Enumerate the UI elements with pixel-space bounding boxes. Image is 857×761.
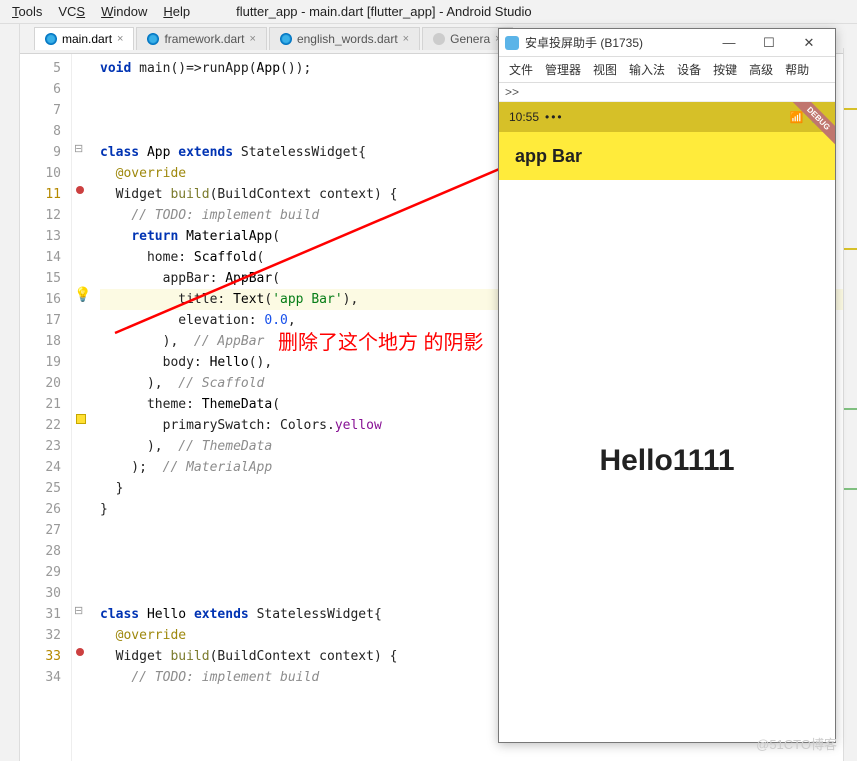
- tab-close-icon[interactable]: ×: [250, 33, 256, 45]
- tab-0[interactable]: main.dart×: [34, 27, 134, 50]
- phone-menu-2[interactable]: 视图: [589, 59, 621, 80]
- tab-close-icon[interactable]: ×: [403, 33, 409, 45]
- phone-menu-7[interactable]: 帮助: [781, 59, 813, 80]
- tab-2[interactable]: english_words.dart×: [269, 27, 420, 50]
- file-icon: [45, 33, 57, 45]
- line-numbers: 5678910111213141516171819202122232425262…: [20, 54, 72, 761]
- tab-1[interactable]: framework.dart×: [136, 27, 266, 50]
- maximize-button[interactable]: ☐: [749, 35, 789, 51]
- window-title: 安卓投屏助手 (B1735): [525, 34, 709, 51]
- tab-close-icon[interactable]: ×: [117, 33, 123, 45]
- file-icon: [147, 33, 159, 45]
- menu-help[interactable]: Help: [155, 2, 198, 21]
- phone-menu-6[interactable]: 高级: [745, 59, 777, 80]
- file-icon: [433, 33, 445, 45]
- app-title: flutter_app - main.dart [flutter_app] - …: [228, 2, 540, 21]
- phone-body: Hello1111: [499, 180, 835, 742]
- phone-menu-0[interactable]: 文件: [505, 59, 537, 80]
- phone-screen[interactable]: 10:55 ••• 📶 🔋 app Bar Hello1111: [499, 102, 835, 742]
- watermark: @51CTO博客: [756, 734, 837, 753]
- phone-prompt[interactable]: >>: [499, 83, 835, 102]
- left-gutter: [0, 24, 20, 761]
- file-icon: [280, 33, 292, 45]
- right-strip: [843, 48, 857, 761]
- main-menubar: TToolsools VCS Window Help flutter_app -…: [0, 0, 857, 24]
- appbar-title: app Bar: [515, 146, 582, 167]
- phone-menu-5[interactable]: 按键: [709, 59, 741, 80]
- minimize-button[interactable]: —: [709, 35, 749, 50]
- close-button[interactable]: ✕: [789, 35, 829, 51]
- phone-menu-1[interactable]: 管理器: [541, 59, 585, 80]
- annotation-text: 删除了这个地方 的阴影: [278, 326, 484, 355]
- menu-window[interactable]: Window: [93, 2, 155, 21]
- menu-vcs[interactable]: VCS: [50, 2, 93, 21]
- gutter: ⊟💡⊟: [72, 54, 92, 761]
- status-dots: •••: [545, 110, 564, 124]
- menu-tools[interactable]: TToolsools: [4, 2, 50, 21]
- phone-menu: 文件管理器视图输入法设备按键高级帮助: [499, 57, 835, 83]
- phone-mirror-window[interactable]: 安卓投屏助手 (B1735) — ☐ ✕ 文件管理器视图输入法设备按键高级帮助 …: [498, 28, 836, 743]
- status-time: 10:55: [509, 110, 539, 124]
- phone-menu-3[interactable]: 输入法: [625, 59, 669, 80]
- phone-menu-4[interactable]: 设备: [673, 59, 705, 80]
- phone-titlebar[interactable]: 安卓投屏助手 (B1735) — ☐ ✕: [499, 29, 835, 57]
- app-icon: [505, 36, 519, 50]
- body-text: Hello1111: [599, 444, 734, 478]
- debug-banner: [775, 102, 835, 162]
